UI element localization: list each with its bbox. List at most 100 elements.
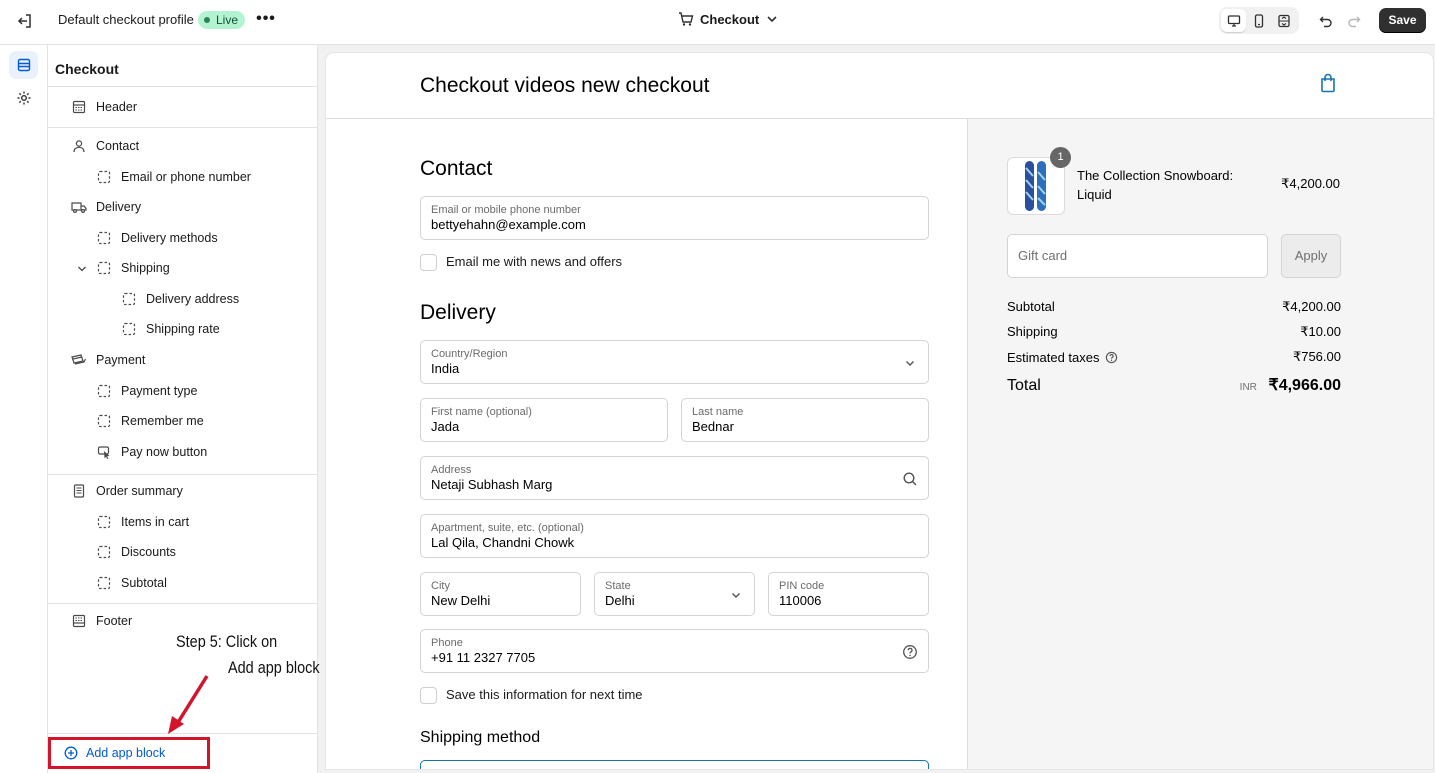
- address-field[interactable]: Address Netaji Subhash Marg: [420, 456, 929, 500]
- sidebar-item-contact[interactable]: Contact: [71, 135, 139, 157]
- sidebar-item-label: Shipping rate: [146, 322, 220, 336]
- more-actions-button[interactable]: •••: [254, 8, 278, 32]
- sidebar-item-label: Header: [96, 100, 137, 114]
- sidebar-item-label: Discounts: [121, 545, 176, 559]
- chevron-down-icon[interactable]: [76, 263, 88, 275]
- contact-heading: Contact: [420, 157, 493, 180]
- plus-circle-icon: [64, 746, 78, 760]
- person-icon: [71, 138, 87, 154]
- country-select[interactable]: Country/Region India: [420, 340, 929, 384]
- block-icon: [96, 544, 112, 560]
- shipping-method-option[interactable]: [420, 760, 929, 769]
- chevron-down-icon: [906, 361, 914, 366]
- pin-code-field[interactable]: PIN code 110006: [768, 572, 929, 616]
- sidebar-item-label: Email or phone number: [121, 170, 251, 184]
- sidebar-item-label: Remember me: [121, 414, 204, 428]
- product-price: ₹4,200.00: [1281, 176, 1340, 191]
- apartment-field[interactable]: Apartment, suite, etc. (optional) Lal Qi…: [420, 514, 929, 558]
- mobile-icon[interactable]: [1246, 9, 1271, 32]
- sidebar-item-label: Payment type: [121, 384, 198, 398]
- sidebar-item-order-summary[interactable]: Order summary: [71, 480, 183, 502]
- city-field[interactable]: City New Delhi: [420, 572, 581, 616]
- divider: [48, 474, 318, 475]
- total-label: Total: [1007, 377, 1041, 394]
- phone-field[interactable]: Phone +91 11 2327 7705: [420, 629, 929, 673]
- divider: [48, 603, 318, 604]
- block-icon: [121, 321, 137, 337]
- sidebar-item-remember-me[interactable]: Remember me: [96, 410, 204, 432]
- field-label: Address: [431, 464, 472, 476]
- field-label: Apartment, suite, etc. (optional): [431, 522, 584, 534]
- state-select[interactable]: State Delhi: [594, 572, 755, 616]
- block-icon: [96, 575, 112, 591]
- sidebar-item-payment[interactable]: Payment: [71, 349, 145, 371]
- payment-icon: [71, 352, 87, 368]
- field-label: First name (optional): [431, 406, 532, 418]
- email-field[interactable]: Email or mobile phone number bettyehahn@…: [420, 196, 929, 240]
- shopping-bag-icon[interactable]: [1318, 73, 1338, 93]
- sidebar-item-label: Delivery address: [146, 292, 240, 306]
- sidebar-item-discounts[interactable]: Discounts: [96, 541, 176, 563]
- header-icon: [71, 99, 87, 115]
- sidebar-item-subtotal[interactable]: Subtotal: [96, 572, 167, 594]
- sidebar-item-label: Items in cart: [121, 515, 190, 529]
- gift-card-input[interactable]: Gift card: [1007, 234, 1268, 278]
- block-icon: [96, 383, 112, 399]
- sidebar-item-label: Footer: [96, 614, 133, 628]
- sidebar-item-label: Payment: [96, 353, 146, 367]
- subtotal-label: Subtotal: [1007, 299, 1055, 314]
- sidebar-item-email-or-phone[interactable]: Email or phone number: [96, 166, 251, 188]
- sidebar-item-label: Delivery methods: [121, 231, 218, 245]
- news-checkbox[interactable]: [420, 254, 437, 271]
- sections-icon[interactable]: [9, 51, 38, 79]
- help-circle-icon[interactable]: [1105, 351, 1118, 364]
- sidebar-item-label: Subtotal: [121, 576, 167, 590]
- undo-icon[interactable]: [1314, 9, 1338, 33]
- divider: [48, 127, 318, 128]
- subtotal-value: ₹4,200.00: [1282, 299, 1341, 314]
- cart-icon: [679, 12, 694, 26]
- sidebar-item-pay-now-button[interactable]: Pay now button: [96, 441, 207, 463]
- checkout-header: Checkout videos new checkout: [326, 53, 1433, 119]
- total-row: Total INR ₹4,966.00: [1007, 375, 1341, 395]
- taxes-row: Estimated taxes ₹756.00: [1007, 349, 1341, 365]
- fullwidth-icon[interactable]: [1271, 9, 1296, 32]
- device-toggle: [1219, 7, 1299, 34]
- block-icon: [96, 260, 112, 276]
- sidebar-item-label: Shipping: [121, 261, 170, 275]
- settings-gear-icon[interactable]: [9, 84, 38, 112]
- apply-button[interactable]: Apply: [1281, 234, 1341, 278]
- field-value: Lal Qila, Chandni Chowk: [431, 535, 575, 550]
- desktop-icon[interactable]: [1221, 9, 1246, 32]
- exit-icon[interactable]: [13, 9, 37, 33]
- sidebar-item-shipping-rate[interactable]: Shipping rate: [121, 318, 220, 340]
- last-name-field[interactable]: Last name Bednar: [681, 398, 929, 442]
- field-value: Delhi: [605, 593, 635, 608]
- sidebar-item-label: Delivery: [96, 200, 142, 214]
- help-circle-icon[interactable]: [902, 644, 918, 660]
- sidebar-item-items-in-cart[interactable]: Items in cart: [96, 511, 189, 533]
- redo-icon[interactable]: [1342, 9, 1366, 33]
- sidebar-item-header[interactable]: Header: [71, 96, 137, 118]
- page-selector[interactable]: Checkout: [678, 11, 779, 27]
- save-info-checkbox[interactable]: [420, 687, 437, 704]
- sidebar-item-shipping[interactable]: Shipping: [96, 257, 170, 279]
- add-app-block-button[interactable]: Add app block: [48, 737, 210, 769]
- field-value: Jada: [431, 419, 460, 434]
- checkout-preview: Checkout videos new checkout Contact Ema…: [326, 53, 1433, 769]
- shipping-method-heading: Shipping method: [420, 729, 541, 746]
- chevron-down-icon: [767, 16, 777, 23]
- page-selector-label: Checkout: [700, 11, 760, 27]
- cursor-icon: [96, 444, 112, 460]
- first-name-field[interactable]: First name (optional) Jada: [420, 398, 668, 442]
- store-name[interactable]: Checkout videos new checkout: [420, 74, 710, 98]
- sidebar-item-delivery-methods[interactable]: Delivery methods: [96, 227, 218, 249]
- annotation-arrow-icon: [168, 675, 209, 734]
- sidebar-item-payment-type[interactable]: Payment type: [96, 380, 197, 402]
- sidebar-item-delivery-address[interactable]: Delivery address: [121, 288, 239, 310]
- sidebar-item-delivery[interactable]: Delivery: [71, 196, 141, 218]
- profile-title[interactable]: Default checkout profile: [58, 12, 194, 27]
- save-button[interactable]: Save: [1379, 8, 1426, 33]
- annotation-step-text-2: Add app block: [228, 658, 320, 677]
- sidebar-item-footer[interactable]: Footer: [71, 610, 132, 632]
